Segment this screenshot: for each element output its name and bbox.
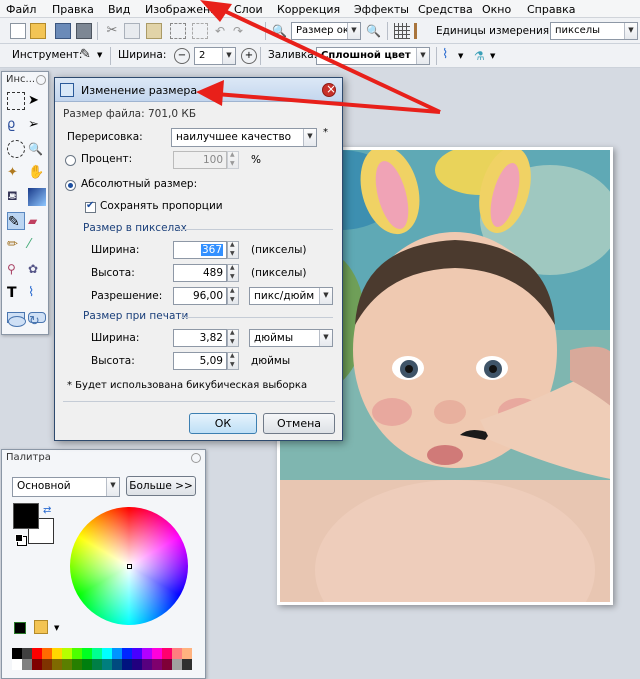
arrowhead-icon [196, 80, 224, 106]
annotation-arrows [196, 0, 441, 114]
arrowhead-icon [200, 0, 232, 22]
